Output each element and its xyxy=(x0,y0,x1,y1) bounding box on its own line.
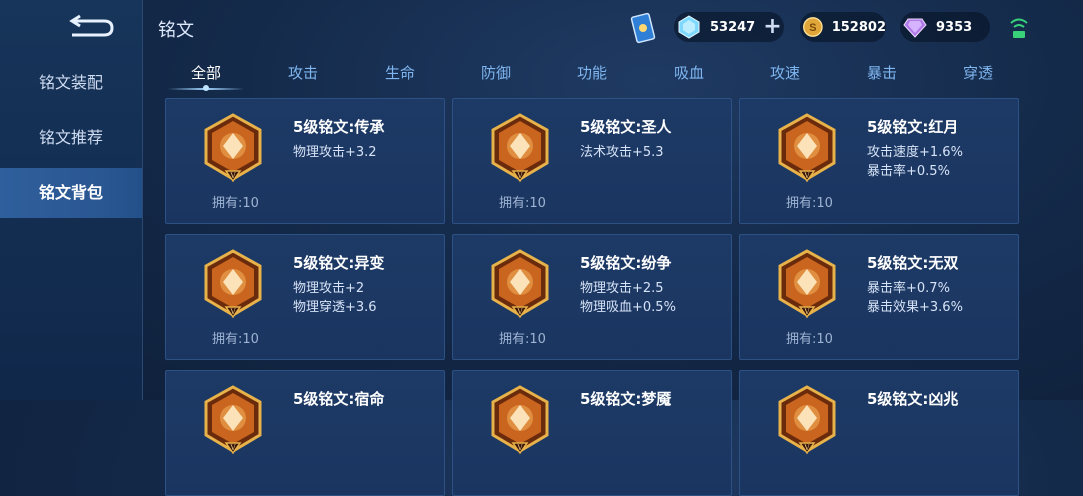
network-status-icon xyxy=(1010,18,1028,38)
gold-counter: S 152802 xyxy=(800,12,886,42)
blossom-emblem-icon: V xyxy=(491,113,549,183)
back-arrow-icon[interactable] xyxy=(66,14,116,40)
sidebar-item-backpack[interactable]: 铭文背包 xyxy=(0,168,142,218)
category-tabs: 全部 攻击 生命 防御 功能 吸血 攻速 暴击 穿透 xyxy=(158,58,1038,92)
crystal-amount: 53247 xyxy=(710,19,756,35)
inscription-card[interactable]: V 5级铭文:红月 攻击速度+1.6% 暴击率+0.5% 拥有:10 xyxy=(739,98,1019,224)
sidebar-item-recommend[interactable]: 铭文推荐 xyxy=(0,113,142,163)
tab-critical[interactable]: 暴击 xyxy=(834,58,930,88)
tab-penetration[interactable]: 穿透 xyxy=(930,58,1026,88)
svg-text:V: V xyxy=(229,444,236,452)
emblem-icon: V xyxy=(778,385,836,455)
owned-count: 拥有:10 xyxy=(499,332,546,347)
svg-text:S: S xyxy=(809,22,816,34)
svg-text:V: V xyxy=(516,444,523,452)
tab-attack[interactable]: 攻击 xyxy=(255,58,351,88)
sword-emblem-icon: V xyxy=(491,249,549,319)
tab-function[interactable]: 功能 xyxy=(544,58,640,88)
inscription-card[interactable]: V 5级铭文:宿命 xyxy=(165,370,445,496)
crystal-icon xyxy=(678,15,700,39)
diamond-counter: 9353 xyxy=(900,12,990,42)
diamond-amount: 9353 xyxy=(936,19,973,35)
inscription-stat: 物理攻击+3.2 xyxy=(293,145,377,160)
inscription-name: 5级铭文:纷争 xyxy=(580,254,672,272)
add-crystal-button[interactable]: + xyxy=(763,14,781,40)
tab-health[interactable]: 生命 xyxy=(352,58,448,88)
emblem-icon: V xyxy=(491,385,549,455)
diamond-icon xyxy=(903,18,927,38)
crystal-counter: 53247 + xyxy=(674,12,784,42)
svg-text:V: V xyxy=(516,172,523,180)
pillar-emblem-icon: V xyxy=(204,113,262,183)
inscription-name: 5级铭文:无双 xyxy=(867,254,959,272)
tab-attack-speed[interactable]: 攻速 xyxy=(737,58,833,88)
owned-count: 拥有:10 xyxy=(212,196,259,211)
tab-lifesteal[interactable]: 吸血 xyxy=(641,58,737,88)
active-tab-dot xyxy=(203,85,209,91)
inscription-stat: 物理攻击+2 xyxy=(293,281,365,296)
owned-count: 拥有:10 xyxy=(786,332,833,347)
inscription-stat: 物理穿透+3.6 xyxy=(293,300,377,315)
inscription-name: 5级铭文:宿命 xyxy=(293,390,385,408)
inscription-card[interactable]: V 5级铭文:凶兆 xyxy=(739,370,1019,496)
helmet-emblem-icon: V xyxy=(204,249,262,319)
inscription-stat: 暴击效果+3.6% xyxy=(867,300,963,315)
emblem-icon: V xyxy=(204,385,262,455)
inscription-stat: 物理攻击+2.5 xyxy=(580,281,664,296)
inscription-card[interactable]: V 5级铭文:梦魇 xyxy=(452,370,732,496)
svg-text:V: V xyxy=(229,308,236,316)
card-pack-icon[interactable] xyxy=(628,12,658,44)
inscription-card[interactable]: V 5级铭文:异变 物理攻击+2 物理穿透+3.6 拥有:10 xyxy=(165,234,445,360)
svg-text:V: V xyxy=(803,308,810,316)
inscription-card[interactable]: V 5级铭文:圣人 法术攻击+5.3 拥有:10 xyxy=(452,98,732,224)
inscription-card[interactable]: V 5级铭文:无双 暴击率+0.7% 暴击效果+3.6% 拥有:10 xyxy=(739,234,1019,360)
gold-amount: 152802 xyxy=(831,19,886,35)
svg-text:V: V xyxy=(803,172,810,180)
page-title: 铭文 xyxy=(158,20,194,41)
inscription-stat: 攻击速度+1.6% xyxy=(867,145,963,160)
svg-text:V: V xyxy=(803,444,810,452)
inscription-name: 5级铭文:梦魇 xyxy=(580,390,672,408)
inscription-name: 5级铭文:异变 xyxy=(293,254,385,272)
inscription-card[interactable]: V 5级铭文:纷争 物理攻击+2.5 物理吸血+0.5% 拥有:10 xyxy=(452,234,732,360)
sidebar: 铭文装配 铭文推荐 铭文背包 xyxy=(0,0,143,400)
inscription-name: 5级铭文:凶兆 xyxy=(867,390,959,408)
inscription-card[interactable]: V 5级铭文:传承 物理攻击+3.2 拥有:10 xyxy=(165,98,445,224)
tab-all[interactable]: 全部 xyxy=(158,58,254,88)
owned-count: 拥有:10 xyxy=(212,332,259,347)
inscription-name: 5级铭文:红月 xyxy=(867,118,959,136)
tab-defense[interactable]: 防御 xyxy=(448,58,544,88)
diamond-emblem-icon: V xyxy=(778,249,836,319)
owned-count: 拥有:10 xyxy=(786,196,833,211)
owned-count: 拥有:10 xyxy=(499,196,546,211)
svg-text:V: V xyxy=(229,172,236,180)
svg-text:V: V xyxy=(516,308,523,316)
inscription-name: 5级铭文:传承 xyxy=(293,118,385,136)
inscription-stat: 法术攻击+5.3 xyxy=(580,145,664,160)
moon-emblem-icon: V xyxy=(778,113,836,183)
inscription-name: 5级铭文:圣人 xyxy=(580,118,672,136)
gold-coin-icon: S xyxy=(803,17,823,37)
inscription-stat: 暴击率+0.5% xyxy=(867,164,950,179)
inscription-stat: 物理吸血+0.5% xyxy=(580,300,676,315)
sidebar-item-equip[interactable]: 铭文装配 xyxy=(0,58,142,108)
inscription-stat: 暴击率+0.7% xyxy=(867,281,950,296)
